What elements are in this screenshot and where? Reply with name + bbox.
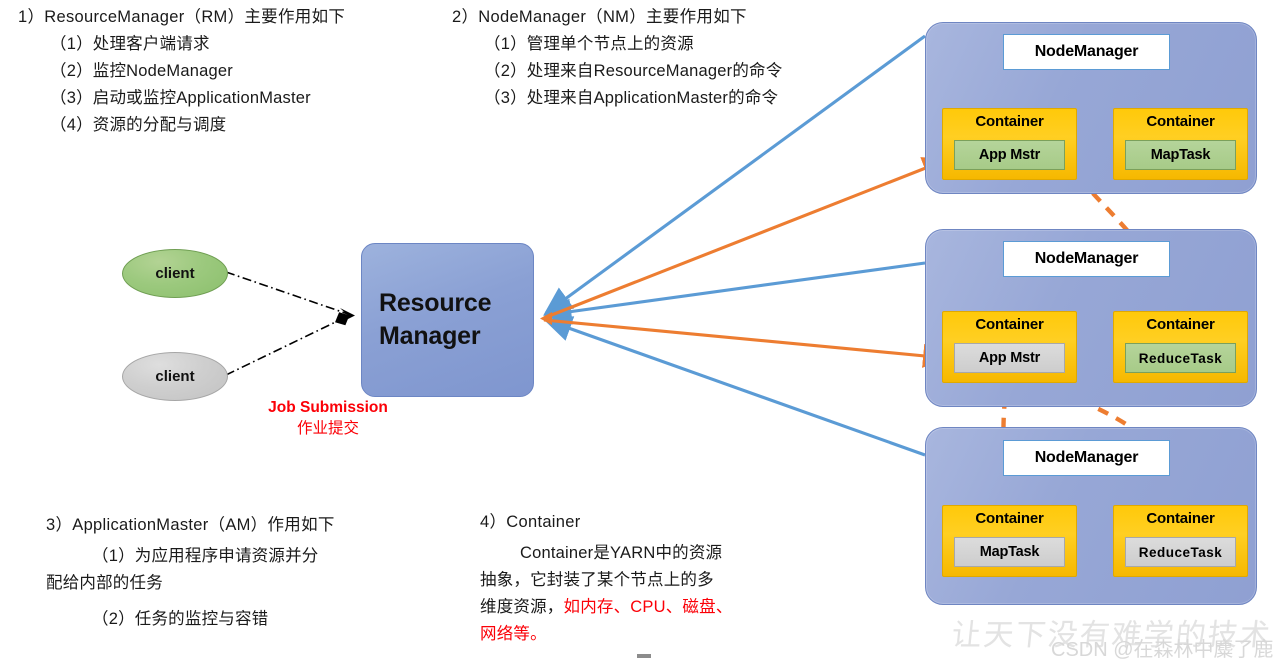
client-green-label: client xyxy=(155,265,195,282)
csdn-watermark: CSDN @在森林中麋了鹿 xyxy=(1051,639,1274,661)
nm-item-1: （1）管理单个节点上的资源 xyxy=(484,35,694,53)
job-submission-en: Job Submission xyxy=(268,399,388,416)
am-item-1-line-2: 配给内部的任务 xyxy=(46,574,163,592)
nodemanager-box-1[interactable]: NodeManager xyxy=(1003,34,1170,70)
client-node-gray[interactable]: client xyxy=(122,352,228,401)
rm-heading: 1）ResourceManager（RM）主要作用如下 xyxy=(18,8,346,26)
client-to-rm-connectors xyxy=(225,271,355,376)
container-box-3b[interactable]: Container ReduceTask xyxy=(1113,505,1248,577)
task-chip-maptask-1[interactable]: MapTask xyxy=(1125,140,1236,170)
nodemanager-box-2[interactable]: NodeManager xyxy=(1003,241,1170,277)
container-title-1a: Container xyxy=(975,113,1044,130)
container-heading: 4）Container xyxy=(480,513,581,531)
job-submission-label: Job Submission 作业提交 xyxy=(228,398,428,440)
nodemanager-label-2: NodeManager xyxy=(1034,250,1139,267)
container-box-2b[interactable]: Container ReduceTask xyxy=(1113,311,1248,383)
blue-arrow-panel-2 xyxy=(542,261,926,325)
nm-heading: 2）NodeManager（NM）主要作用如下 xyxy=(452,8,747,26)
client-green-link xyxy=(225,271,349,315)
diagram-canvas: 1）ResourceManager（RM）主要作用如下 （1）处理客户端请求 （… xyxy=(0,0,1287,662)
container-line-1: Container是YARN中的资源 xyxy=(520,544,723,562)
rm-item-4: （4）资源的分配与调度 xyxy=(50,116,227,134)
job-submission-cn: 作业提交 xyxy=(296,420,359,437)
container-box-1a[interactable]: Container App Mstr xyxy=(942,108,1077,180)
orange-arrow-appmstr-2 xyxy=(543,318,950,368)
text-block-container: 4）Container Container是YARN中的资源 抽象，它封装了某个… xyxy=(480,509,733,648)
am-item-2: （2）任务的监控与容错 xyxy=(92,610,269,628)
client-gray-label: client xyxy=(155,368,195,385)
container-line-3: 维度资源，如内存、CPU、磁盘、 xyxy=(480,594,733,621)
task-chip-reducetask-3[interactable]: ReduceTask xyxy=(1125,537,1236,567)
container-line-3-highlight: 如内存、CPU、磁盘、 xyxy=(563,598,733,616)
client-node-green[interactable]: client xyxy=(122,249,228,298)
nodemanager-label-3: NodeManager xyxy=(1034,449,1139,466)
nm-item-2: （2）处理来自ResourceManager的命令 xyxy=(484,62,783,80)
container-title-1b: Container xyxy=(1146,113,1215,130)
rm-diamond-head xyxy=(340,308,355,323)
task-chip-maptask-3[interactable]: MapTask xyxy=(954,537,1065,567)
task-chip-appmstr-1[interactable]: App Mstr xyxy=(954,140,1065,170)
blue-arrow-panel-3 xyxy=(543,316,926,457)
orange-arrow-appmstr-1 xyxy=(543,157,949,320)
container-box-1b[interactable]: Container MapTask xyxy=(1113,108,1248,180)
container-title-2a: Container xyxy=(975,316,1044,333)
client-gray-link xyxy=(225,312,350,376)
resource-manager-line-1: Resource xyxy=(379,289,492,317)
orange-arrowhead-at-rm xyxy=(540,312,552,325)
container-box-3a[interactable]: Container MapTask xyxy=(942,505,1077,577)
container-title-3b: Container xyxy=(1146,510,1215,527)
rm-to-appmstr-arrows xyxy=(540,157,950,368)
container-line-4-highlight: 网络等。 xyxy=(480,625,547,643)
nm-item-3: （3）处理来自ApplicationMaster的命令 xyxy=(484,89,779,107)
rm-item-3: （3）启动或监控ApplicationMaster xyxy=(50,89,311,107)
task-chip-appmstr-2[interactable]: App Mstr xyxy=(954,343,1065,373)
nodemanager-label-1: NodeManager xyxy=(1034,43,1139,60)
resource-manager-line-2: Manager xyxy=(379,322,481,350)
container-title-3a: Container xyxy=(975,510,1044,527)
nodemanager-box-3[interactable]: NodeManager xyxy=(1003,440,1170,476)
am-heading: 3）ApplicationMaster（AM）作用如下 xyxy=(46,516,335,534)
container-title-2b: Container xyxy=(1146,316,1215,333)
task-chip-reducetask-2[interactable]: ReduceTask xyxy=(1125,343,1236,373)
container-line-3-plain: 维度资源， xyxy=(480,598,564,616)
container-line-2: 抽象，它封装了某个节点上的多 xyxy=(480,571,714,589)
text-block-applicationmaster: 3）ApplicationMaster（AM）作用如下 （1）为应用程序申请资源… xyxy=(46,512,335,633)
am-item-1-line-1: （1）为应用程序申请资源并分 xyxy=(92,547,319,565)
resource-manager-node[interactable]: Resource Manager xyxy=(361,243,534,397)
text-block-nodemanager: 2）NodeManager（NM）主要作用如下 （1）管理单个节点上的资源 （2… xyxy=(452,4,782,112)
rm-item-2: （2）监控NodeManager xyxy=(50,62,233,80)
container-box-2a[interactable]: Container App Mstr xyxy=(942,311,1077,383)
stray-dash-mark xyxy=(637,654,651,658)
rm-item-1: （1）处理客户端请求 xyxy=(50,35,210,53)
resource-manager-label: Resource Manager xyxy=(362,287,492,353)
text-block-resourcemanager: 1）ResourceManager（RM）主要作用如下 （1）处理客户端请求 （… xyxy=(18,4,345,139)
